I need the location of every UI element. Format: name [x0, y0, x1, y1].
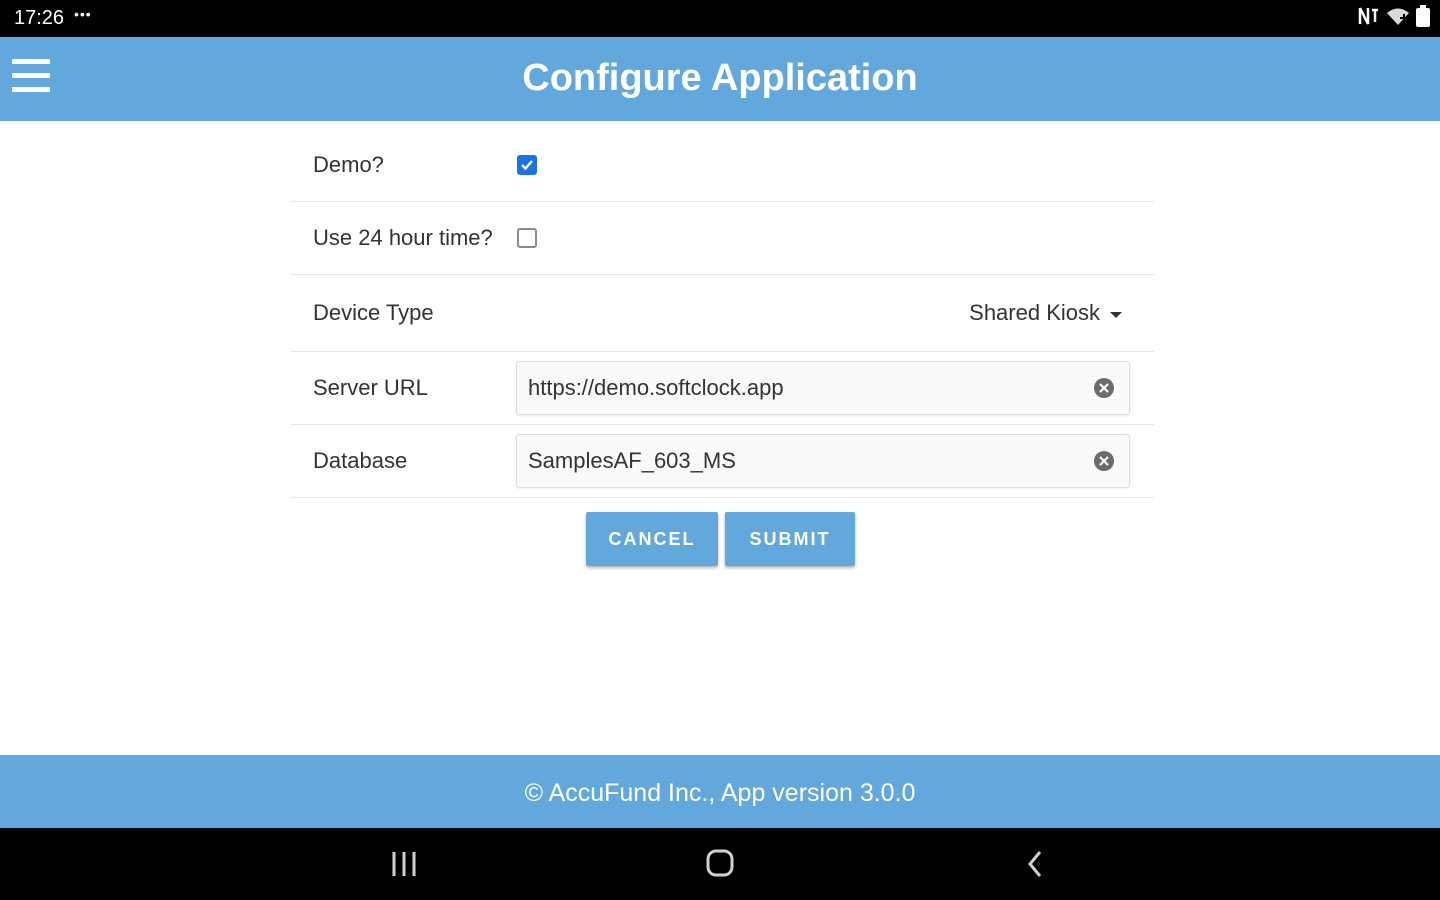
battery-icon: [1416, 4, 1430, 32]
app-bar: Configure Application: [0, 37, 1440, 121]
device-type-value: Shared Kiosk: [969, 300, 1100, 325]
status-dots: •••: [74, 6, 92, 22]
server-url-input[interactable]: [528, 375, 1068, 401]
use-24h-row: Use 24 hour time?: [290, 202, 1154, 275]
device-type-select[interactable]: Shared Kiosk: [969, 300, 1122, 326]
server-url-label: Server URL: [313, 375, 428, 400]
nfc-icon: [1358, 6, 1380, 31]
back-icon[interactable]: [1016, 846, 1056, 882]
device-type-row: Device Type Shared Kiosk: [290, 275, 1154, 352]
wifi-icon: [1386, 6, 1410, 31]
cancel-button[interactable]: CANCEL: [586, 512, 718, 566]
use-24h-label: Use 24 hour time?: [313, 225, 493, 250]
footer: © AccuFund Inc., App version 3.0.0: [0, 755, 1440, 828]
database-field: [516, 434, 1130, 488]
home-icon[interactable]: [700, 846, 740, 882]
database-label: Database: [313, 448, 408, 473]
clear-circle-icon[interactable]: [1093, 450, 1115, 472]
submit-button[interactable]: SUBMIT: [725, 512, 855, 566]
status-bar: 17:26 •••: [0, 0, 1440, 37]
recents-icon[interactable]: [384, 846, 424, 882]
system-nav-bar: [0, 828, 1440, 900]
demo-row: Demo?: [290, 129, 1154, 202]
demo-label: Demo?: [313, 152, 384, 177]
config-form: Demo? Use 24 hour time? Device Type Shar…: [290, 129, 1154, 498]
status-time: 17:26: [14, 7, 65, 29]
checkmark-icon: [521, 160, 533, 171]
demo-checkbox[interactable]: [517, 155, 537, 175]
footer-text: © AccuFund Inc., App version 3.0.0: [524, 779, 916, 807]
server-url-row: Server URL: [290, 352, 1154, 425]
form-actions: CANCEL SUBMIT: [586, 512, 855, 566]
status-icons: [1358, 4, 1430, 32]
database-input[interactable]: [528, 448, 1068, 474]
database-row: Database: [290, 425, 1154, 498]
device-type-label: Device Type: [313, 300, 434, 325]
page-title: Configure Application: [522, 57, 918, 99]
clear-circle-icon[interactable]: [1093, 377, 1115, 399]
caret-down-icon: [1110, 311, 1122, 318]
server-url-field: [516, 361, 1130, 415]
use-24h-checkbox[interactable]: [517, 228, 537, 248]
